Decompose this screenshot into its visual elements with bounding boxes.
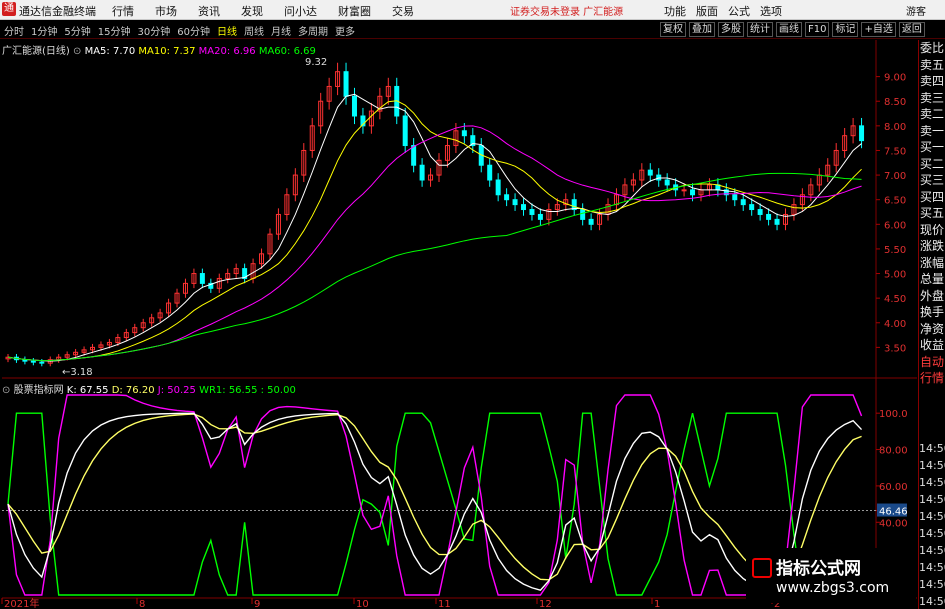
- indicator-settings-icon[interactable]: ⊙: [2, 385, 10, 396]
- ma10-label: MA10: 7.37: [138, 46, 196, 57]
- quote-panel: 委比卖五卖四卖三卖二卖一买一买二买三买四买五现价涨跌涨幅总量外盘换手净资收益自动…: [918, 40, 945, 609]
- candle-body: [199, 273, 205, 284]
- quote-field-7: 买二: [920, 156, 945, 171]
- x-tick-label: 8: [139, 599, 145, 609]
- candle-body: [580, 209, 586, 220]
- stock-title[interactable]: 广汇能源(日线): [2, 46, 70, 57]
- candle-body: [681, 189, 687, 192]
- indicator-name[interactable]: 股票指标网: [14, 385, 64, 396]
- candle-body: [521, 204, 527, 211]
- price-tick-label: 4.50: [884, 294, 906, 305]
- main-chart-header: 广汇能源(日线) ⊙ MA5: 7.70 MA10: 7.37 MA20: 6.…: [2, 42, 316, 57]
- quote-field-9: 买四: [920, 189, 945, 204]
- ma10-line: [7, 100, 862, 362]
- k-label: K: 67.55: [66, 385, 109, 396]
- quote-field-15: 外盘: [920, 288, 945, 303]
- candle-body: [690, 189, 696, 196]
- indicator-tick-label: 60.00: [879, 482, 908, 493]
- candle-body: [487, 164, 493, 181]
- ma20-label: MA20: 6.96: [198, 46, 256, 57]
- quote-field-18: 收益: [920, 338, 945, 352]
- ma60-label: MA60: 6.69: [258, 46, 316, 57]
- quote-field-17: 净资: [920, 321, 945, 336]
- quote-field-2: 卖四: [920, 74, 945, 88]
- quote-field-4: 卖二: [920, 107, 945, 121]
- quote-field-13: 涨幅: [920, 255, 945, 270]
- settings-icon[interactable]: ⊙: [73, 46, 81, 57]
- quote-field-3: 卖三: [920, 90, 945, 105]
- candle-body: [664, 179, 670, 186]
- candle-body: [859, 125, 865, 142]
- indicator-tick-label: 80.00: [879, 446, 908, 457]
- price-tick-label: 5.00: [884, 270, 906, 281]
- candle-body: [402, 115, 408, 147]
- price-tick-label: 3.50: [884, 343, 906, 354]
- candle-body: [537, 213, 543, 220]
- candle-body: [39, 361, 45, 364]
- price-tick-label: 4.00: [884, 319, 906, 330]
- price-tick-label: 6.00: [884, 220, 906, 231]
- indicator-tick-label: 100.0: [879, 409, 908, 420]
- j-label: J: 50.25: [157, 385, 196, 396]
- watermark-title: 指标公式网: [776, 559, 861, 579]
- indicator-tick-label: 46.46: [879, 507, 908, 518]
- price-tick-label: 5.50: [884, 245, 906, 256]
- candle-body: [774, 218, 780, 225]
- candle-body: [647, 169, 653, 176]
- candle-body: [461, 130, 467, 137]
- quote-field-0: 委比: [920, 41, 945, 55]
- candle-body: [588, 218, 594, 225]
- x-tick-label: 2021年: [4, 597, 39, 609]
- quote-tab-0[interactable]: 自动: [919, 354, 945, 371]
- k-line: [7, 412, 863, 593]
- watermark-url: www.zbgs3.com: [776, 580, 890, 596]
- candle-body: [512, 199, 518, 206]
- candle-body: [757, 209, 763, 215]
- quote-field-14: 总量: [920, 272, 945, 286]
- price-tick-label: 7.50: [884, 146, 906, 157]
- candle-body: [343, 71, 349, 97]
- candle-body: [411, 145, 417, 166]
- x-tick-label: 12: [539, 599, 552, 609]
- wr-label: WR1: 56.55 : 50.00: [199, 385, 296, 396]
- indicator-header: ⊙ 股票指标网 K: 67.55 D: 76.20 J: 50.25 WR1: …: [2, 381, 296, 396]
- x-tick-label: 1: [654, 599, 660, 609]
- candle-body: [30, 360, 36, 363]
- candle-body: [495, 179, 501, 196]
- price-tick-label: 8.50: [884, 97, 906, 108]
- quote-field-11: 现价: [920, 222, 945, 237]
- j-line: [7, 394, 863, 596]
- candle-body: [749, 204, 755, 211]
- candle-body: [504, 194, 510, 201]
- quote-field-10: 买五: [920, 206, 945, 220]
- x-tick-label: 10: [356, 599, 369, 609]
- quote-field-8: 买三: [920, 173, 945, 187]
- low-price-label: ←3.18: [62, 367, 93, 378]
- indicator-tick-label: 40.00: [879, 518, 908, 529]
- price-tick-label: 9.00: [884, 73, 906, 84]
- ma5-label: MA5: 7.70: [84, 46, 136, 57]
- quote-field-1: 卖五: [920, 57, 945, 72]
- high-price-label: 9.32: [305, 57, 327, 68]
- stock-chart[interactable]: 9.00 8.50 8.00 7.50 7.00 6.50 6.00 5.50 5.00 4.50…: [0, 0, 945, 609]
- quote-field-16: 换手: [920, 305, 945, 319]
- d-label: D: 76.20: [111, 385, 155, 396]
- candle-body: [419, 164, 425, 181]
- x-tick-label: 11: [438, 599, 451, 609]
- candle-body: [732, 194, 738, 201]
- quote-field-6: 买一: [920, 140, 945, 154]
- candle-body: [351, 95, 357, 117]
- quote-field-12: 涨跌: [920, 239, 945, 253]
- quote-field-5: 卖一: [920, 123, 945, 138]
- candle-body: [766, 213, 772, 220]
- candle-body: [529, 209, 535, 215]
- price-tick-label: 6.50: [884, 196, 906, 207]
- x-tick-label: 9: [254, 599, 260, 609]
- watermark-logo-icon: [752, 558, 772, 578]
- candle-body: [740, 199, 746, 206]
- quote-tab-1[interactable]: 行情: [919, 370, 945, 387]
- price-tick-label: 8.00: [884, 122, 906, 133]
- price-tick-label: 7.00: [884, 171, 906, 182]
- watermark: 指标公式网 www.zbgs3.com: [746, 548, 916, 603]
